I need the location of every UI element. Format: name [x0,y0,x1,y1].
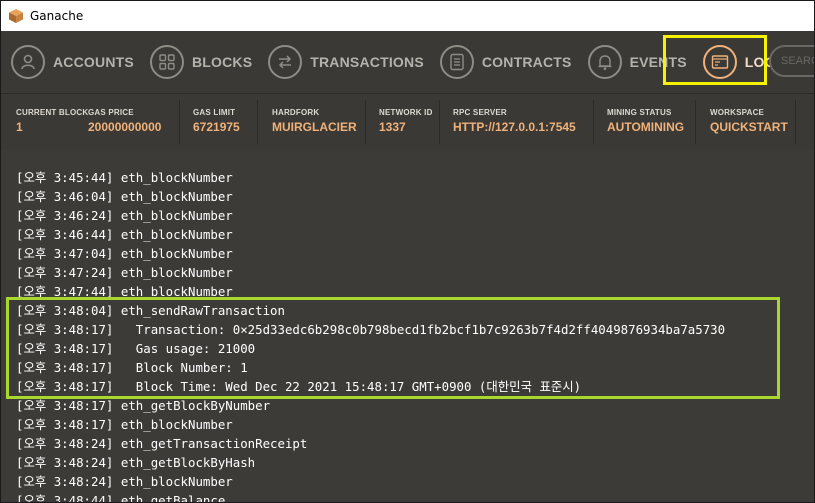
document-icon [439,45,474,79]
stat-current-block: CURRENT BLOCK 1 [16,108,88,134]
stat-gas-price-value: 20000000000 [88,120,162,134]
stat-hardfork-value: MUIRGLACIER [272,120,357,134]
divider [795,100,796,144]
log-line: [오후 3:45:44] eth_blockNumber [16,170,233,185]
divider [439,100,440,144]
stat-rpc-server: RPC SERVER HTTP://127.0.0.1:7545 [453,108,576,134]
stat-current-block-label: CURRENT BLOCK [16,108,89,117]
stat-gas-limit-label: GAS LIMIT [193,108,236,117]
stat-gas-price: GAS PRICE 20000000000 [88,108,161,134]
terminal-icon [702,45,737,79]
log-line: [오후 3:48:44] eth_getBalance [16,493,226,503]
nav-events-label: EVENTS [629,54,687,70]
log-line: [오후 3:47:44] eth_blockNumber [16,284,233,299]
stat-network-id-label: NETWORK ID [379,108,433,117]
stat-hardfork: HARDFORK MUIRGLACIER [272,108,357,134]
stat-current-block-value: 1 [16,120,23,134]
title-bar: Ganache [1,1,814,31]
stat-network-id-value: 1337 [379,120,406,134]
nav-transactions-label: TRANSACTIONS [310,54,424,70]
log-line: [오후 3:46:24] eth_blockNumber [16,208,233,223]
nav-events[interactable]: EVENTS [587,31,687,93]
nav-blocks-label: BLOCKS [191,54,253,70]
nav-contracts[interactable]: CONTRACTS [439,31,572,93]
log-line: [오후 3:48:17] Block Number: 1 [16,360,248,375]
nav-blocks[interactable]: BLOCKS [149,31,253,93]
grid-icon [149,45,184,79]
log-line: [오후 3:48:04] eth_sendRawTransaction [16,303,285,318]
log-line: [오후 3:48:24] eth_getBlockByHash [16,455,256,470]
stat-mining-status-value: AUTOMINING [607,120,685,134]
ganache-logo-icon [9,9,23,23]
app-window: Ganache ACCOUNTS BLOCKS TRANSACTIONS CON… [0,0,815,503]
log-line: [오후 3:47:04] eth_blockNumber [16,246,233,261]
search-input[interactable]: SEARC [769,45,814,77]
swap-arrows-icon [268,45,303,79]
nav-transactions[interactable]: TRANSACTIONS [268,31,424,93]
window-title: Ganache [30,9,84,23]
stat-rpc-server-label: RPC SERVER [453,108,507,117]
log-line: [오후 3:48:17] Gas usage: 21000 [16,341,256,356]
log-line: [오후 3:48:17] Transaction: 0×25d33edc6b29… [16,322,726,337]
nav-contracts-label: CONTRACTS [481,54,572,70]
divider [593,100,594,144]
stat-mining-status-label: MINING STATUS [607,108,672,117]
log-line: [오후 3:48:24] eth_getTransactionReceipt [16,436,308,451]
divider [695,100,696,144]
log-line: [오후 3:46:44] eth_blockNumber [16,227,233,242]
stat-rpc-server-value: HTTP://127.0.0.1:7545 [453,120,576,134]
divider [179,100,180,144]
nav-accounts-label: ACCOUNTS [53,54,134,70]
bell-icon [587,45,622,79]
log-line: [오후 3:48:17] eth_getBlockByNumber [16,398,271,413]
stat-gas-limit: GAS LIMIT 6721975 [193,108,240,134]
log-line: [오후 3:48:17] eth_blockNumber [16,417,233,432]
person-icon [11,45,45,79]
log-line: [오후 3:46:04] eth_blockNumber [16,189,233,204]
stat-gas-limit-value: 6721975 [193,120,240,134]
status-bar: CURRENT BLOCK 1 GAS PRICE 20000000000 GA… [1,93,814,151]
stat-workspace-label: WORKSPACE [710,108,765,117]
log-line: [오후 3:48:17] Block Time: Wed Dec 22 2021… [16,379,582,394]
main-nav: ACCOUNTS BLOCKS TRANSACTIONS CONTRACTS E… [1,31,814,93]
stat-workspace-value: QUICKSTART [710,120,788,134]
divider [257,100,258,144]
nav-accounts[interactable]: ACCOUNTS [11,31,134,93]
log-line: [오후 3:47:24] eth_blockNumber [16,265,233,280]
stat-mining-status: MINING STATUS AUTOMINING [607,108,684,134]
log-line: [오후 3:48:24] eth_blockNumber [16,474,233,489]
stat-network-id: NETWORK ID 1337 [379,108,433,134]
stat-gas-price-label: GAS PRICE [88,108,134,117]
divider [365,100,366,144]
stat-workspace: WORKSPACE QUICKSTART [710,108,788,134]
log-output[interactable]: [오후 3:45:44] eth_blockNumber [오후 3:46:04… [1,150,814,502]
stat-hardfork-label: HARDFORK [272,108,320,117]
